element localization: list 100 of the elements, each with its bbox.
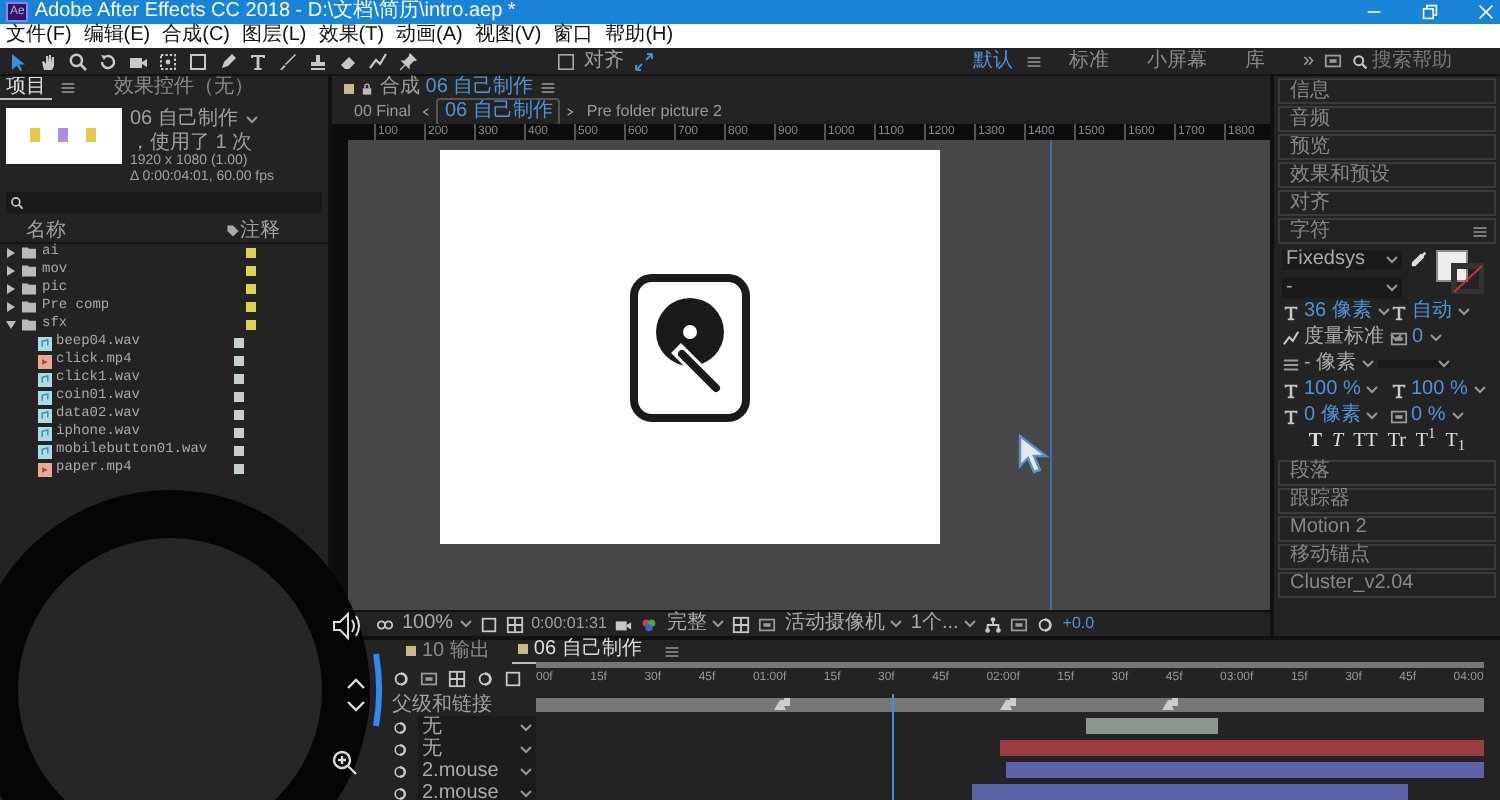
- expand-triangle-icon[interactable]: [6, 266, 16, 276]
- exposure-value[interactable]: +0.0: [1062, 614, 1095, 634]
- text-style-button[interactable]: Tr: [1387, 430, 1406, 453]
- panel-tab[interactable]: 效果控件（无）: [108, 76, 260, 100]
- panel-header[interactable]: 跟踪器: [1278, 487, 1496, 513]
- text-style-button[interactable]: T$^{1}$: [1415, 430, 1436, 453]
- expand-icon[interactable]: [633, 51, 654, 71]
- parent-dropdown[interactable]: 无: [418, 738, 536, 760]
- workspace-tab[interactable]: 库: [1244, 49, 1265, 73]
- brush-icon[interactable]: [278, 51, 298, 71]
- panel-header[interactable]: Cluster_v2.04: [1278, 571, 1496, 597]
- font-size-field[interactable]: 36 像素: [1304, 300, 1390, 324]
- mask-icon[interactable]: [376, 615, 394, 633]
- snap-checkbox[interactable]: [557, 53, 574, 69]
- more-workspaces-button[interactable]: »: [1302, 49, 1314, 73]
- expand-triangle-icon[interactable]: [6, 284, 16, 294]
- baseline-shift-icon: [1282, 407, 1300, 425]
- dial-selection-arc: [373, 653, 383, 727]
- zoom-icon[interactable]: [332, 750, 358, 776]
- menu-item[interactable]: 文件(F): [6, 24, 72, 48]
- timeline-tab[interactable]: 10 输出: [400, 639, 496, 663]
- restore-icon[interactable]: [1422, 4, 1438, 20]
- rectangle-icon[interactable]: [188, 51, 208, 71]
- text-style-button[interactable]: T: [1332, 430, 1344, 453]
- hand-icon[interactable]: [38, 51, 58, 71]
- usage-text: ，使用了 1 次: [130, 131, 253, 153]
- expand-triangle-icon[interactable]: [6, 320, 16, 330]
- panel-header[interactable]: 音频: [1278, 106, 1496, 132]
- composition-tab[interactable]: 合成 06 自己制作: [380, 76, 534, 100]
- panel-header[interactable]: 预览: [1278, 134, 1496, 160]
- panel-header[interactable]: Motion 2: [1278, 515, 1496, 541]
- menu-icon[interactable]: [539, 80, 556, 96]
- color-channels-icon[interactable]: [640, 615, 659, 633]
- menu-item[interactable]: 窗口: [553, 24, 594, 48]
- panel-header[interactable]: 信息: [1278, 78, 1496, 104]
- parent-dropdown[interactable]: 2.mouse: [418, 782, 536, 800]
- stamp-icon[interactable]: [308, 51, 328, 71]
- project-search-field[interactable]: [6, 192, 322, 214]
- breadcrumb-tab[interactable]: 00 Final: [348, 102, 417, 122]
- leading-field[interactable]: 自动: [1412, 300, 1470, 324]
- menu-item[interactable]: 合成(C): [162, 24, 231, 48]
- fill-stroke-swatch-drawing[interactable]: [1436, 250, 1484, 294]
- display-icon[interactable]: [1324, 52, 1342, 70]
- help-search-field[interactable]: 搜索帮助: [1352, 49, 1492, 73]
- expand-triangle-icon[interactable]: [6, 248, 16, 258]
- menu-icon[interactable]: [60, 80, 76, 96]
- menu-icon[interactable]: [663, 643, 680, 659]
- panel-header[interactable]: 效果和预设: [1278, 162, 1496, 188]
- eyedropper-icon[interactable]: [1410, 250, 1428, 268]
- flowchart-icon[interactable]: [984, 615, 1003, 633]
- grid-icon[interactable]: [505, 615, 524, 633]
- tracking-field[interactable]: 0: [1412, 326, 1442, 350]
- panel-header[interactable]: 对齐: [1278, 190, 1496, 216]
- vertical-scale-icon: [1282, 381, 1300, 399]
- menu-item[interactable]: 编辑(E): [83, 24, 151, 48]
- panel-header[interactable]: 字符: [1290, 219, 1330, 243]
- breadcrumb-tab[interactable]: Pre folder picture 2: [580, 102, 728, 122]
- views-dropdown[interactable]: 1个...: [910, 612, 977, 636]
- stroke-width-field[interactable]: - 像素: [1304, 352, 1375, 376]
- resolution-dropdown[interactable]: 完整: [666, 612, 725, 636]
- snapshot-icon[interactable]: [614, 615, 633, 633]
- menu-icon[interactable]: [1026, 53, 1043, 69]
- parent-dropdown[interactable]: 无: [418, 716, 536, 738]
- vertical-scale-field[interactable]: 100 %: [1304, 378, 1379, 402]
- menu-item[interactable]: 视图(V): [474, 24, 542, 48]
- workspace-tab[interactable]: 标准: [1068, 49, 1109, 73]
- pan-behind-icon[interactable]: [158, 51, 178, 71]
- selection-arrow-icon[interactable]: [8, 51, 28, 71]
- volume-icon[interactable]: [333, 611, 360, 641]
- workspace-tab[interactable]: 默认: [972, 49, 1013, 73]
- camera-dropdown[interactable]: 活动摄像机: [784, 612, 903, 636]
- pin-icon[interactable]: [398, 51, 418, 71]
- magnification-dropdown[interactable]: 100%: [402, 612, 472, 636]
- tsume-field[interactable]: 0 %: [1411, 404, 1464, 428]
- font-style-dropdown[interactable]: -: [1282, 278, 1402, 298]
- text-style-button[interactable]: T: [1308, 430, 1323, 453]
- menu-item[interactable]: 效果(T): [318, 24, 385, 48]
- panel-header[interactable]: 段落: [1278, 459, 1496, 485]
- baseline-shift-field[interactable]: 0 像素: [1304, 404, 1379, 428]
- rotate-icon[interactable]: [98, 51, 118, 71]
- caret-icon: [520, 767, 532, 775]
- scroll-icon[interactable]: [346, 678, 366, 712]
- marker-icon: [1000, 698, 1017, 710]
- panel-header[interactable]: 移动锚点: [1278, 543, 1496, 569]
- text-tool-icon[interactable]: [248, 51, 268, 71]
- zoom-icon[interactable]: [68, 51, 88, 71]
- menu-item[interactable]: 动画(A): [396, 24, 463, 48]
- close-icon[interactable]: [1478, 4, 1494, 20]
- font-family-dropdown[interactable]: Fixedsys: [1282, 250, 1402, 270]
- text-style-button[interactable]: TT: [1353, 430, 1378, 453]
- parent-dropdown[interactable]: 2.mouse: [418, 760, 536, 782]
- horizontal-scale-field[interactable]: 100 %: [1411, 378, 1486, 402]
- menu-icon[interactable]: [1472, 223, 1488, 239]
- current-time[interactable]: 0:00:01:31: [531, 614, 607, 634]
- text-style-button[interactable]: T$_{1}$: [1445, 430, 1466, 453]
- menu-item[interactable]: 帮助(H): [605, 24, 674, 48]
- workspace-tab[interactable]: 小屏幕: [1146, 49, 1207, 73]
- expand-triangle-icon[interactable]: [6, 302, 16, 312]
- panel-tab[interactable]: 项目: [0, 76, 52, 101]
- menu-item[interactable]: 图层(L): [242, 24, 307, 48]
